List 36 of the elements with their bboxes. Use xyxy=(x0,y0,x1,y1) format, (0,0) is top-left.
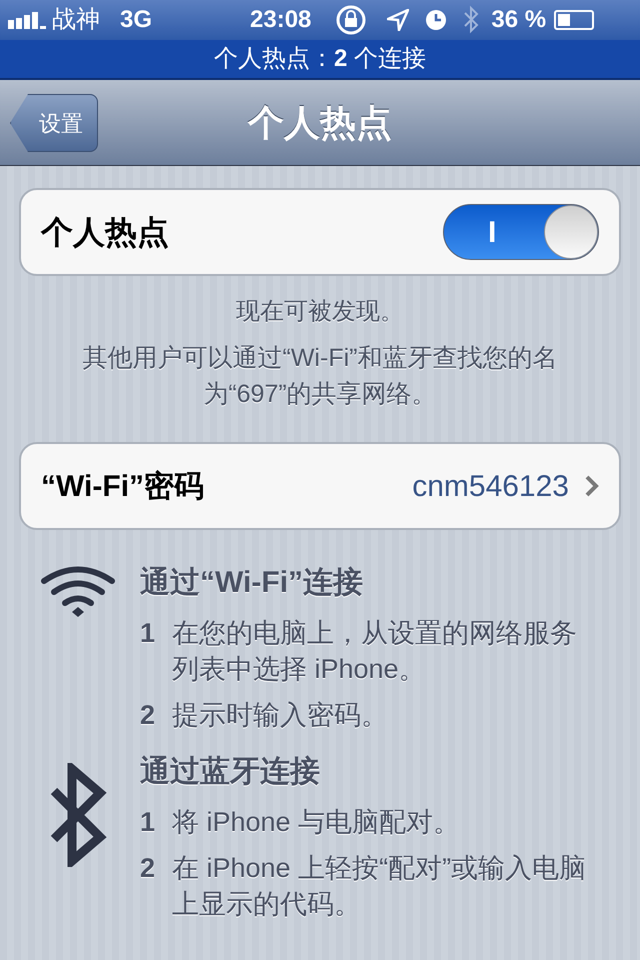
battery-icon xyxy=(554,10,594,30)
banner-text: 个人热点：2 个连接 xyxy=(214,44,426,74)
clock: 23:08 xyxy=(250,5,312,35)
switch-on-mark: I xyxy=(488,214,496,250)
battery-percent: 36 % xyxy=(491,5,546,35)
password-label: “Wi-Fi”密码 xyxy=(41,468,206,504)
section-title: 通过“Wi-Fi”连接 xyxy=(140,565,364,601)
step-text: 将 iPhone 与电脑配对。 xyxy=(172,806,462,839)
page-title: 个人热点 xyxy=(248,100,392,144)
step-number: 2 xyxy=(140,852,156,885)
wifi-icon xyxy=(39,564,117,620)
step-text: 提示时输入密码。 xyxy=(172,699,389,732)
hotspot-label: 个人热点 xyxy=(41,213,170,252)
info-text: 其他用户可以通过“Wi-Fi”和蓝牙查找您的名为“697”的共享网络。 xyxy=(82,343,558,410)
chevron-icon xyxy=(585,475,599,497)
network-type: 3G xyxy=(120,5,152,35)
bluetooth-status-icon xyxy=(463,5,480,35)
step-text: 在 iPhone 上轻按“配对”或输入电脑上显示的代码。 xyxy=(172,852,588,921)
signal-icon xyxy=(8,11,48,29)
hotspot-switch[interactable]: I xyxy=(443,204,599,260)
switch-knob xyxy=(544,205,598,259)
step-text: 在您的电脑上，从设置的网络服务列表中选择 iPhone。 xyxy=(172,617,578,686)
password-value: cnm546123 xyxy=(412,468,569,504)
alarm-clock-icon xyxy=(425,9,448,31)
hotspot-banner[interactable]: 个人热点：2 个连接 xyxy=(0,40,640,80)
rotation-lock-icon xyxy=(335,4,368,36)
section-title: 通过蓝牙连接 xyxy=(140,754,321,790)
step-number: 1 xyxy=(140,806,156,839)
location-icon xyxy=(387,9,410,31)
back-button[interactable]: 设置 xyxy=(10,94,98,152)
bluetooth-icon xyxy=(48,763,108,867)
discoverable-text: 现在可被发现。 xyxy=(235,297,405,327)
step-number: 1 xyxy=(140,617,156,650)
wifi-password-row[interactable]: “Wi-Fi”密码 cnm546123 xyxy=(19,442,621,530)
carrier-name: 战神 xyxy=(52,5,100,35)
step-number: 2 xyxy=(140,699,156,732)
